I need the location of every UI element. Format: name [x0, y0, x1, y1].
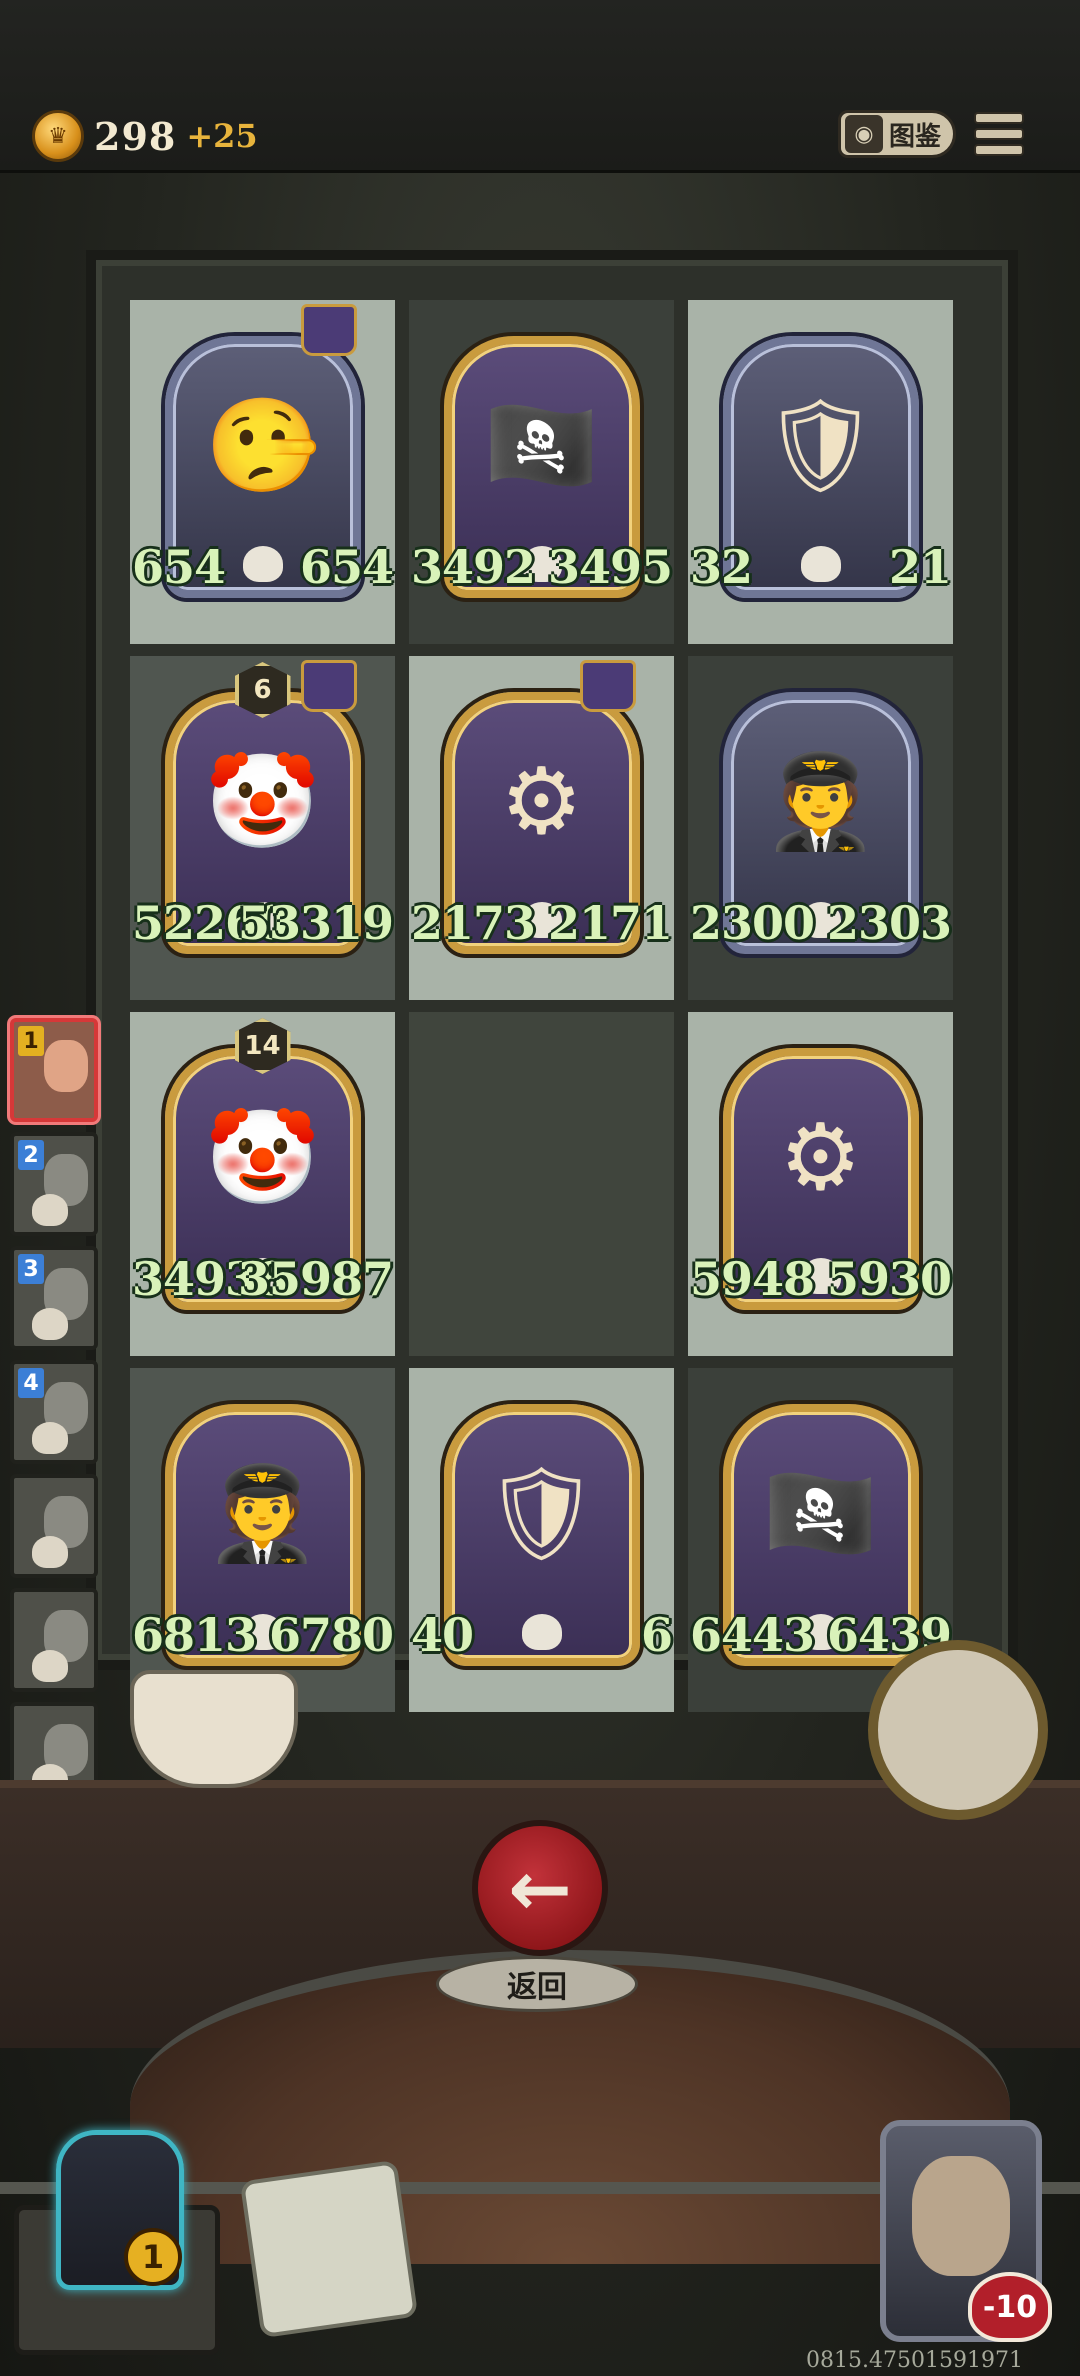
- opponent-avatar: [44, 1040, 88, 1092]
- opponent-item[interactable]: [10, 1474, 98, 1578]
- health-value: 53319: [237, 896, 394, 950]
- health-value: 3495: [547, 540, 673, 594]
- board-slot[interactable]: 🧑‍✈️ 2300 2303: [688, 656, 953, 1000]
- opponent-item[interactable]: [10, 1588, 98, 1692]
- gold-counter: ♛ 298 +25: [32, 110, 258, 162]
- opponent-item[interactable]: 4: [10, 1360, 98, 1464]
- gold-bonus: +25: [186, 117, 258, 155]
- codex-label: 图鉴: [889, 121, 942, 152]
- opponent-rank: 2: [18, 1140, 44, 1170]
- pocket-watch-decoration: [868, 1640, 1048, 1820]
- board-slot-empty[interactable]: [409, 1012, 674, 1356]
- top-hat-icon: [580, 660, 636, 712]
- codex-button[interactable]: ◉ 图鉴: [838, 110, 956, 158]
- top-hat-icon: [301, 660, 357, 712]
- build-id: 0815.47501591971: [806, 2348, 1023, 2373]
- attack-value: 2300: [690, 896, 815, 950]
- minion-portrait-icon: 🤥: [205, 392, 320, 499]
- minion-portrait-icon: ⚙: [779, 1104, 862, 1211]
- health-value: 6780: [268, 1608, 394, 1662]
- board-slot[interactable]: 🤡 6 52260 53319: [130, 656, 395, 1000]
- skull-icon: [521, 1614, 562, 1650]
- skull-icon: [242, 546, 283, 582]
- attack-value: 6813: [132, 1608, 257, 1662]
- board-slot[interactable]: 🤥 654 654: [130, 300, 395, 644]
- back-arrow-icon: ←: [508, 1843, 572, 1933]
- minion-portrait-icon: 🧑‍✈️: [763, 748, 878, 855]
- health-value: 35987: [237, 1252, 394, 1306]
- health-value: 5930: [826, 1252, 952, 1306]
- gold-coin-icon: ♛: [32, 110, 84, 162]
- board-slot[interactable]: 🤡 14 34938 35987: [130, 1012, 395, 1356]
- opponent-rank: 3: [18, 1254, 44, 1284]
- skull-icon: [32, 1422, 68, 1454]
- minion-portrait-icon: 🤡: [205, 748, 320, 855]
- attack-value: 2173: [411, 896, 536, 950]
- skull-icon: [32, 1650, 68, 1682]
- board-slot[interactable]: 🛡 32 21: [688, 300, 953, 644]
- skull-icon: [800, 546, 841, 582]
- opponent-item[interactable]: 3: [10, 1246, 98, 1350]
- gold-amount: 298: [94, 113, 177, 159]
- board-slot[interactable]: ⚙ 2173 2171: [409, 656, 674, 1000]
- skull-icon: [32, 1308, 68, 1340]
- dice-decoration: [239, 2159, 419, 2339]
- health-value: 2303: [826, 896, 952, 950]
- menu-button[interactable]: [974, 112, 1024, 156]
- board-grid: 🤥 654 654 🏴‍☠️ 3492 3495 🛡 32 21 🤡 6 52260 53319 ⚙ 217…: [130, 300, 953, 1712]
- hero-count-badge: 1: [124, 2228, 182, 2286]
- minion-portrait-icon: 🛡: [483, 1460, 600, 1567]
- teacup-decoration: [130, 1670, 298, 1788]
- skull-icon: [32, 1194, 68, 1226]
- minion-portrait-icon: 🧑‍✈️: [205, 1460, 320, 1567]
- board-slot[interactable]: 🧑‍✈️ 6813 6780: [130, 1368, 395, 1712]
- minion-portrait-icon: 🏴‍☠️: [484, 392, 599, 499]
- board-slot[interactable]: 🏴‍☠️ 3492 3495: [409, 300, 674, 644]
- top-hat-icon: [301, 304, 357, 356]
- skull-icon: [32, 1536, 68, 1568]
- top-bar: ♛ 298 +25 ◉ 图鉴: [0, 0, 1080, 173]
- health-value: 6: [640, 1608, 673, 1662]
- minion-portrait-icon: 🤡: [205, 1104, 320, 1211]
- hamburger-menu-icon: [974, 112, 1024, 124]
- opponent-item[interactable]: 1: [10, 1018, 98, 1122]
- health-value: 21: [888, 540, 952, 594]
- opponent-rank: 4: [18, 1368, 44, 1398]
- back-label[interactable]: 返回: [436, 1956, 638, 2012]
- minion-portrait-icon: 🏴‍☠️: [763, 1460, 878, 1567]
- attack-value: 3492: [411, 540, 536, 594]
- health-value: 2171: [547, 896, 673, 950]
- attack-value: 654: [132, 540, 226, 594]
- attack-value: 32: [690, 540, 753, 594]
- attack-value: 6443: [690, 1608, 815, 1662]
- opponent-item[interactable]: 2: [10, 1132, 98, 1236]
- board-slot[interactable]: 🛡 40 6: [409, 1368, 674, 1712]
- attack-value: 5948: [690, 1252, 815, 1306]
- minion-portrait-icon: 🛡: [762, 392, 879, 499]
- attack-value: 40: [411, 1608, 474, 1662]
- hero-health-heart: -10: [968, 2272, 1052, 2342]
- back-button[interactable]: ←: [472, 1820, 608, 1956]
- board-slot[interactable]: ⚙ 5948 5930: [688, 1012, 953, 1356]
- opponent-rank: 1: [18, 1026, 44, 1056]
- minion-portrait-icon: ⚙: [500, 748, 583, 855]
- book-icon: ◉: [845, 115, 883, 153]
- hero-face: [912, 2156, 1010, 2276]
- health-value: 654: [299, 540, 394, 594]
